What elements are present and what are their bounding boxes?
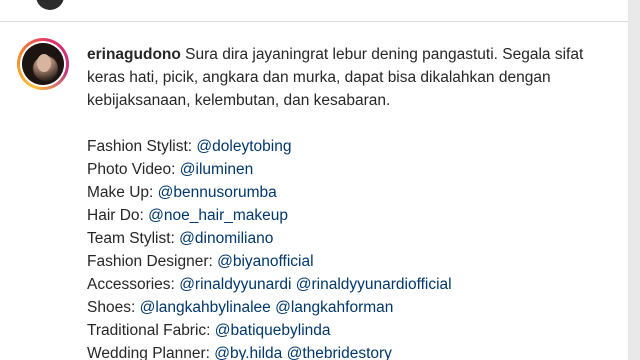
credit-role: Team Stylist: — [87, 230, 175, 247]
credits-list: Fashion Stylist: @doleytobing Photo Video… — [87, 135, 617, 360]
avatar-face — [37, 54, 51, 72]
mention-link[interactable]: @noe_hair_makeup — [148, 207, 288, 224]
credit-role: Fashion Stylist: — [87, 138, 193, 155]
credit-role: Fashion Designer: — [87, 253, 213, 270]
mention-link[interactable]: @dinomiliano — [179, 230, 273, 247]
mention-link[interactable]: @langkahforman — [275, 299, 393, 316]
credit-line: Team Stylist: @dinomiliano — [87, 227, 617, 250]
credit-line: Make Up: @bennusorumba — [87, 181, 617, 204]
mention-link[interactable]: @thebridestory — [287, 345, 392, 360]
credit-line: Fashion Stylist: @doleytobing — [87, 135, 617, 158]
mention-link[interactable]: @rinaldyyunardiofficial — [296, 276, 452, 293]
credit-line: Fashion Designer: @biyanofficial — [87, 250, 617, 273]
previous-comment-row — [0, 0, 628, 21]
mention-link[interactable]: @doleytobing — [196, 138, 291, 155]
divider — [0, 21, 628, 22]
credit-role: Shoes: — [87, 299, 136, 316]
caption: erinagudono Sura dira jayaningrat lebur … — [87, 43, 617, 360]
credit-role: Hair Do: — [87, 207, 144, 224]
avatar[interactable] — [22, 43, 64, 85]
credit-line: Shoes: @langkahbylinalee @langkahforman — [87, 296, 617, 319]
mention-link[interactable]: @rinaldyyunardi — [179, 276, 291, 293]
mention-link[interactable]: @langkahbylinalee — [140, 299, 271, 316]
story-ring-avatar[interactable] — [17, 38, 69, 90]
username-link[interactable]: erinagudono — [87, 46, 181, 63]
mention-link[interactable]: @by.hilda — [214, 345, 282, 360]
credit-line: Accessories: @rinaldyyunardi @rinaldyyun… — [87, 273, 617, 296]
credit-line: Wedding Planner: @by.hilda @thebridestor… — [87, 342, 617, 360]
credit-role: Traditional Fabric: — [87, 322, 211, 339]
mention-link[interactable]: @iluminen — [180, 161, 253, 178]
credit-line: Traditional Fabric: @batiquebylinda — [87, 319, 617, 342]
post-caption-panel: erinagudono Sura dira jayaningrat lebur … — [0, 0, 628, 360]
credit-line: Photo Video: @iluminen — [87, 158, 617, 181]
mention-link[interactable]: @batiquebylinda — [215, 322, 331, 339]
credit-role: Photo Video: — [87, 161, 176, 178]
previous-avatar[interactable] — [36, 0, 64, 10]
mention-link[interactable]: @biyanofficial — [217, 253, 313, 270]
credit-line: Hair Do: @noe_hair_makeup — [87, 204, 617, 227]
credit-role: Accessories: — [87, 276, 175, 293]
credit-role: Wedding Planner: — [87, 345, 210, 360]
mention-link[interactable]: @bennusorumba — [158, 184, 277, 201]
credit-role: Make Up: — [87, 184, 154, 201]
caption-body: erinagudono Sura dira jayaningrat lebur … — [87, 43, 617, 112]
